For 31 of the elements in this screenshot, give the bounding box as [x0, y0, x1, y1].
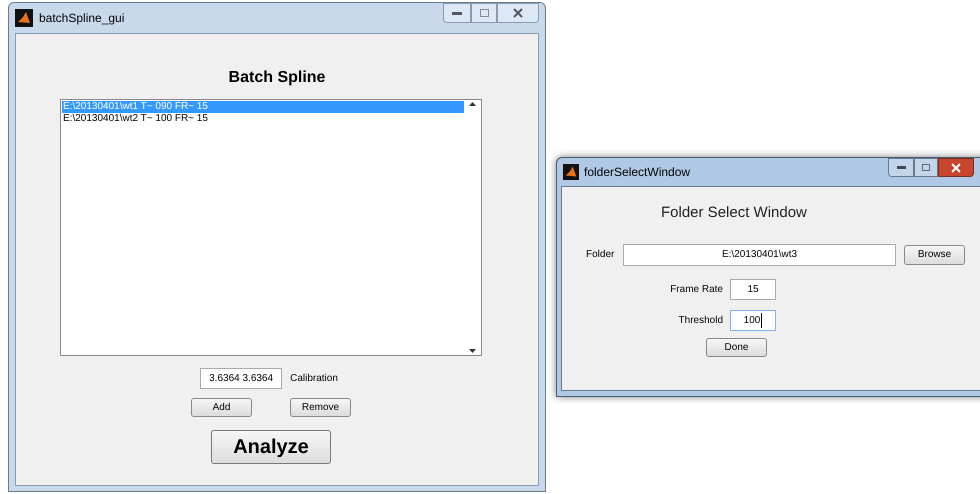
calibration-field[interactable]: 3.6364 3.6364: [200, 368, 282, 389]
maximize-button[interactable]: [914, 158, 938, 177]
input-field[interactable]: 15: [730, 278, 776, 300]
action-button[interactable]: Add: [191, 398, 252, 417]
heading: Folder Select Window: [661, 203, 808, 223]
calibration-label: Calibration: [290, 372, 338, 386]
scroll-up-icon[interactable]: [469, 102, 476, 106]
app-logo-icon: [15, 9, 33, 27]
minimize-button[interactable]: [443, 3, 471, 23]
app-logo-icon: [563, 164, 579, 180]
field-label: Threshold: [678, 314, 724, 328]
close-icon: [513, 8, 523, 18]
list-item[interactable]: E:\20130401\wt2 T~ 100 FR~ 15: [62, 113, 464, 125]
window-title: folderSelectWindow: [584, 164, 692, 181]
folder-field[interactable]: E:\20130401\wt3: [623, 244, 896, 266]
close-button[interactable]: [938, 158, 974, 177]
close-button[interactable]: [497, 3, 539, 23]
heading: Batch Spline: [228, 68, 326, 88]
analyze-button[interactable]: Analyze: [211, 430, 331, 464]
action-button[interactable]: Remove: [290, 398, 351, 417]
folder-label: Folder: [586, 248, 616, 262]
file-list[interactable]: E:\20130401\wt1 T~ 090 FR~ 15 E:\20130401\wt2 T~ 100 FR~ 15: [60, 99, 482, 356]
done-button[interactable]: Done: [706, 338, 767, 356]
minimize-button[interactable]: [888, 158, 914, 177]
input-field[interactable]: 100: [730, 310, 776, 330]
field-label: Frame Rate: [669, 282, 724, 296]
scroll-down-icon[interactable]: [469, 349, 476, 353]
browse-button[interactable]: Browse: [904, 244, 965, 264]
window-title: batchSpline_gui: [39, 10, 126, 27]
maximize-button[interactable]: [471, 3, 497, 23]
close-icon: [951, 162, 961, 172]
